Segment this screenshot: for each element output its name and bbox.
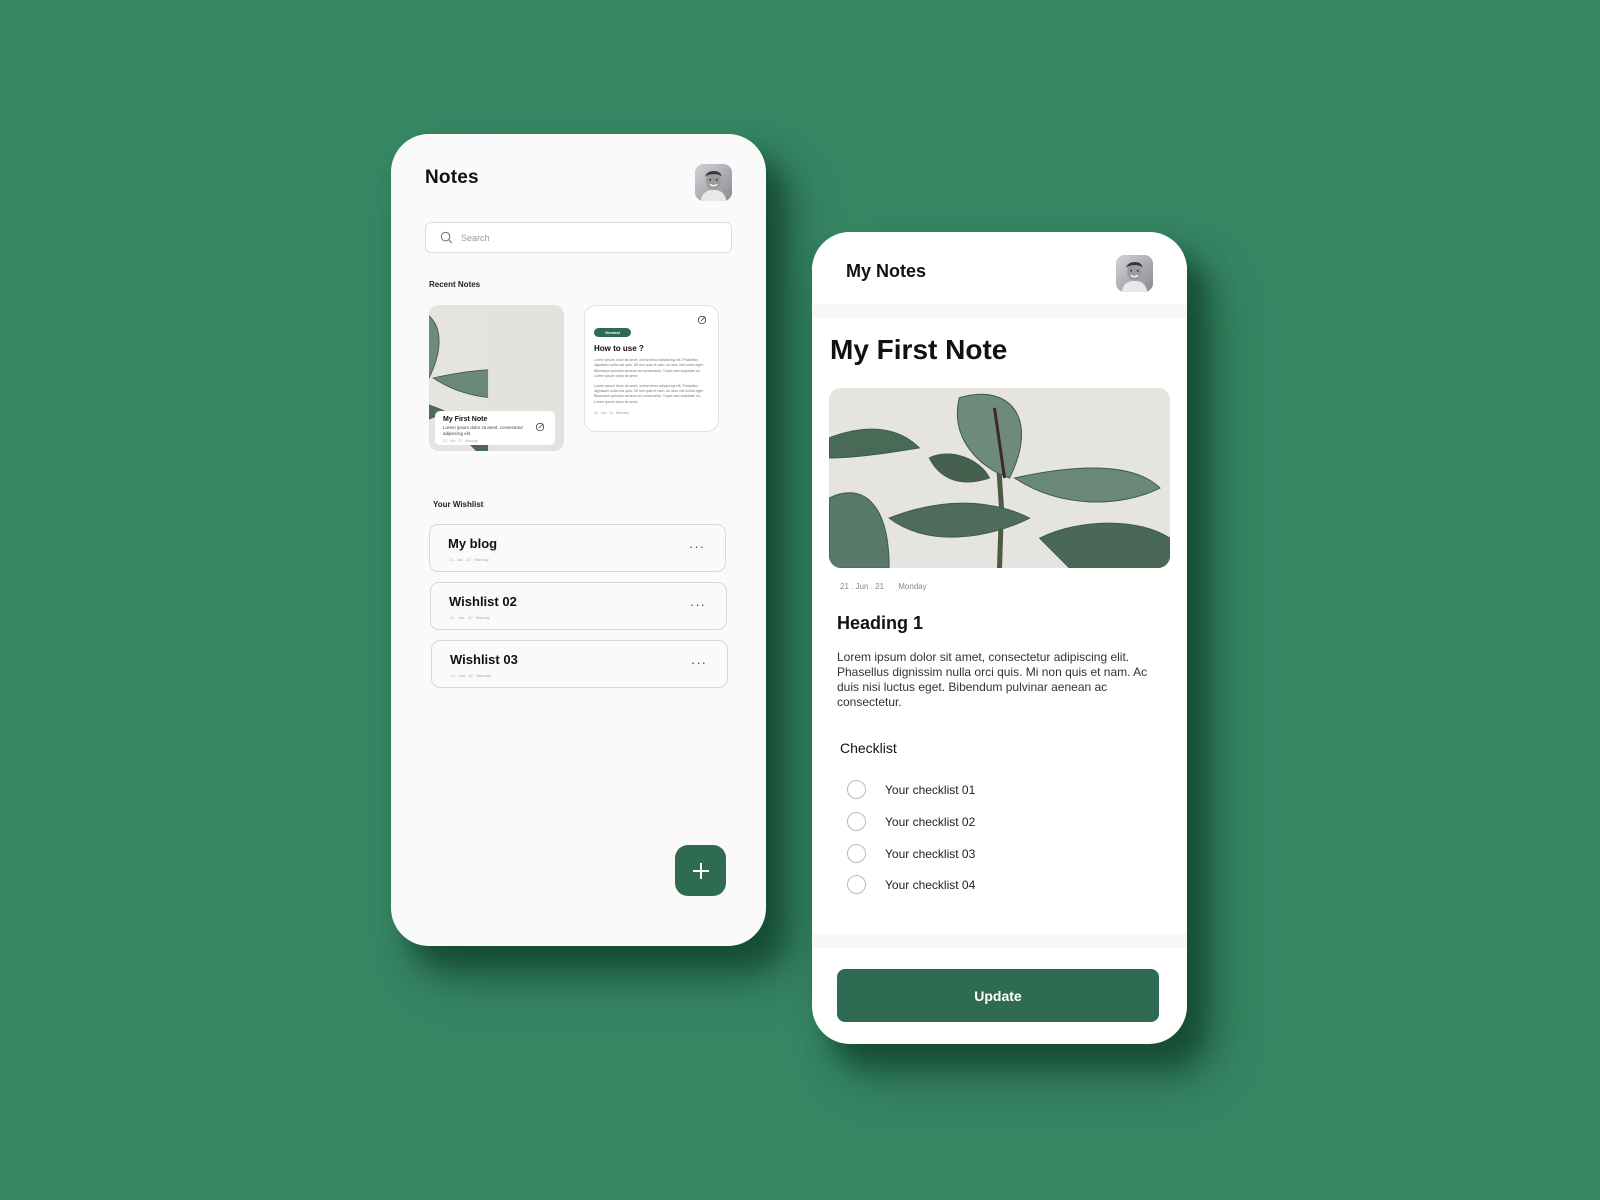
note-title: My First Note <box>830 334 1008 365</box>
checklist-item[interactable]: Your checklist 01 <box>847 780 975 799</box>
update-button[interactable]: Update <box>837 969 1159 1022</box>
header-title: My Notes <box>846 261 927 281</box>
edit-icon[interactable] <box>535 422 545 432</box>
checklist-item-label: Your checklist 02 <box>885 814 976 829</box>
recent-notes-heading: Recent Notes <box>429 280 481 289</box>
checklist-item[interactable]: Your checklist 02 <box>847 812 975 831</box>
divider <box>812 934 1187 948</box>
search-box[interactable] <box>425 222 732 253</box>
checkbox[interactable] <box>847 875 866 894</box>
search-input[interactable] <box>461 232 681 243</box>
add-note-button[interactable] <box>675 845 726 896</box>
wishlist-item-title: Wishlist 03 <box>450 652 518 667</box>
checklist-item[interactable]: Your checklist 04 <box>847 875 975 894</box>
checkbox[interactable] <box>847 844 866 863</box>
note-date: 21 . Jun . 21 <box>840 582 885 591</box>
checklist-item-label: Your checklist 04 <box>885 877 976 892</box>
wishlist-item[interactable]: Wishlist 02 21 . Jan . 21 · Monday ··· <box>430 582 727 630</box>
note-body: Lorem ipsum dolor sit amet, consectetur … <box>837 650 1148 709</box>
note-card-paragraph: Lorem ipsum dolor sit amet, consectetur … <box>594 383 704 404</box>
more-options-icon[interactable]: ··· <box>691 655 707 670</box>
note-card-title: My First Note <box>443 416 488 423</box>
checklist-item-label: Your checklist 01 <box>885 782 976 797</box>
checklist-heading: Checklist <box>840 740 897 756</box>
more-options-icon[interactable]: ··· <box>689 539 705 554</box>
wishlist-item-title: Wishlist 02 <box>449 594 517 609</box>
note-card-title: How to use ? <box>594 344 644 353</box>
wishlist-item-title: My blog <box>448 536 498 551</box>
note-card-paragraph: Lorem ipsum dolor sit amet, consectetur … <box>594 358 704 379</box>
edit-icon[interactable] <box>697 315 707 325</box>
note-card-date: 21 . Jun . 21 · Monday <box>443 438 478 443</box>
divider <box>812 304 1187 318</box>
wishlist-item[interactable]: Wishlist 03 21 . Jan . 21 · Monday ··· <box>431 640 728 688</box>
note-hero-image <box>829 388 1170 568</box>
note-meta: 21 . Jun . 21 Monday <box>840 582 927 591</box>
checklist-item[interactable]: Your checklist 03 <box>847 844 975 863</box>
checklist-item-label: Your checklist 03 <box>885 846 976 861</box>
note-card-excerpt: Lorem ipsum dolor sit amet, consectetur … <box>443 425 524 436</box>
wishlist-item[interactable]: My blog 21 . Jan . 21 · Monday ··· <box>429 524 726 572</box>
plant-image <box>829 388 1170 568</box>
wishlist-item-date: 21 . Jan . 21 · Monday <box>449 557 489 562</box>
search-icon <box>440 231 453 244</box>
wishlist-heading: Your Wishlist <box>433 500 484 509</box>
category-badge: General <box>594 328 631 337</box>
recent-note-card[interactable]: General How to use ? Lorem ipsum dolor s… <box>584 305 719 432</box>
notes-list-screen: Notes Recent Notes My First Note Lorem i… <box>391 134 766 946</box>
avatar[interactable] <box>695 164 732 201</box>
wishlist-item-date: 21 . Jan . 21 · Monday <box>450 615 490 620</box>
note-weekday: Monday <box>898 582 927 591</box>
checkbox[interactable] <box>847 780 866 799</box>
user-avatar-icon <box>695 164 732 201</box>
note-card-body: Lorem ipsum dolor sit amet, consectetur … <box>594 358 709 405</box>
note-detail-screen: My Notes My First Note 21 . Jun . 21 Mon… <box>812 232 1187 1044</box>
checkbox[interactable] <box>847 812 866 831</box>
wishlist-item-date: 21 . Jan . 21 · Monday <box>451 673 491 678</box>
note-card-overlay: My First Note Lorem ipsum dolor sit amet… <box>435 411 555 445</box>
avatar[interactable] <box>1116 255 1153 292</box>
note-card-date: 21 . Jun . 21 · Monday <box>594 411 629 416</box>
more-options-icon[interactable]: ··· <box>690 597 706 612</box>
user-avatar-icon <box>1116 255 1153 292</box>
page-title: Notes <box>425 167 479 188</box>
note-heading: Heading 1 <box>837 613 924 633</box>
recent-note-card[interactable]: My First Note Lorem ipsum dolor sit amet… <box>429 305 564 451</box>
plus-icon <box>692 862 709 879</box>
app-header: My Notes <box>812 232 1187 304</box>
